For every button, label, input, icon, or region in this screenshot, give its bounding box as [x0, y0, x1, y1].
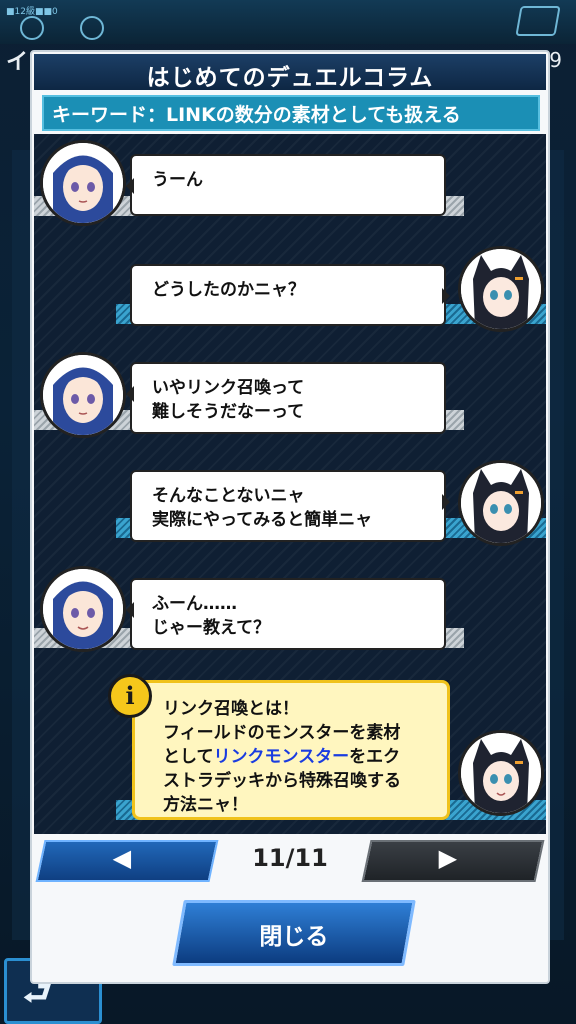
chat-area[interactable]: うーん どうしたのかニャ？ いやリンク召喚って 難しそうだなーって そんなことな…: [34, 134, 546, 834]
message-line-1: どうしたのかニャ？: [152, 280, 305, 300]
cat-girl-portrait: [461, 733, 541, 813]
speech-bubble: うーん: [126, 154, 446, 216]
info-line-4: ストラデッキから特殊召喚する: [163, 771, 401, 791]
info-icon: i: [108, 674, 152, 718]
cat-girl-portrait: [461, 463, 541, 543]
cat-girl-portrait: [461, 249, 541, 329]
message-line-1: そんなことないニャ: [152, 486, 305, 506]
avatar-cat: [458, 460, 544, 546]
chat-message: リンク召喚とは！ フィールドのモンスターを素材 としてリンクモンスターをエク ス…: [34, 674, 546, 834]
chat-message: うーん: [34, 140, 546, 240]
close-button[interactable]: 閉じる: [172, 900, 416, 966]
chat-message: ふーん…… じゃー教えて？: [34, 566, 546, 666]
mute-icon: [515, 6, 561, 36]
chat-message: いやリンク召喚って 難しそうだなーって: [34, 352, 546, 452]
keyword-text: キーワード：LINKの数分の素材としても扱える: [52, 104, 461, 126]
info-bubble: リンク召喚とは！ フィールドのモンスターを素材 としてリンクモンスターをエク ス…: [132, 680, 450, 820]
close-button-label: 閉じる: [259, 924, 329, 950]
speech-bubble: いやリンク召喚って 難しそうだなーって: [126, 362, 446, 434]
girl-portrait: [43, 569, 123, 649]
avatar-cat: [458, 730, 544, 816]
duel-column-dialog: はじめてのデュエルコラム キーワード：LINKの数分の素材としても扱える うーん: [30, 50, 550, 984]
next-page-button[interactable]: ▶: [361, 840, 545, 882]
info-line-3-post: をエク: [349, 747, 401, 767]
link-monster-term: リンクモンスター: [213, 747, 350, 767]
settings-icon: [20, 16, 44, 40]
info-line-3-pre: として: [163, 747, 214, 767]
girl-portrait: [43, 143, 123, 223]
info-line-3: としてリンクモンスターをエク: [163, 745, 429, 769]
chat-message: そんなことないニャ 実際にやってみると簡単ニャ: [34, 460, 546, 560]
speech-bubble: どうしたのかニャ？: [130, 264, 450, 326]
top-bar: ■12級■■0: [0, 0, 576, 44]
chat-message: どうしたのかニャ？: [34, 246, 546, 346]
message-line-2: 実際にやってみると簡単ニャ: [152, 510, 373, 530]
info-line-2: フィールドのモンスターを素材: [163, 723, 401, 743]
message-line-1: ふーん……: [152, 594, 237, 614]
keyword-banner: キーワード：LINKの数分の素材としても扱える: [42, 95, 540, 131]
girl-portrait: [43, 355, 123, 435]
background-number: 9: [549, 48, 562, 72]
chevron-right-icon: ▶: [438, 844, 458, 872]
message-line-2: 難しそうだなーって: [152, 402, 305, 422]
avatar-girl: [40, 352, 126, 438]
info-line-1: リンク召喚とは！: [163, 699, 299, 719]
avatar-girl: [40, 566, 126, 652]
message-line-1: うーん: [152, 170, 203, 190]
speech-bubble: ふーん…… じゃー教えて？: [126, 578, 446, 650]
menu-icon: [80, 16, 104, 40]
message-line-2: じゃー教えて？: [152, 618, 271, 638]
avatar-cat: [458, 246, 544, 332]
avatar-girl: [40, 140, 126, 226]
dialog-title: はじめてのデュエルコラム: [146, 65, 434, 91]
message-line-1: いやリンク召喚って: [152, 378, 305, 398]
pagination: ◀ 11/11 ▶: [35, 840, 545, 884]
speech-bubble: そんなことないニャ 実際にやってみると簡単ニャ: [130, 470, 450, 542]
dialog-title-bar: はじめてのデュエルコラム: [34, 54, 546, 91]
info-line-5: 方法ニャ！: [163, 795, 248, 815]
